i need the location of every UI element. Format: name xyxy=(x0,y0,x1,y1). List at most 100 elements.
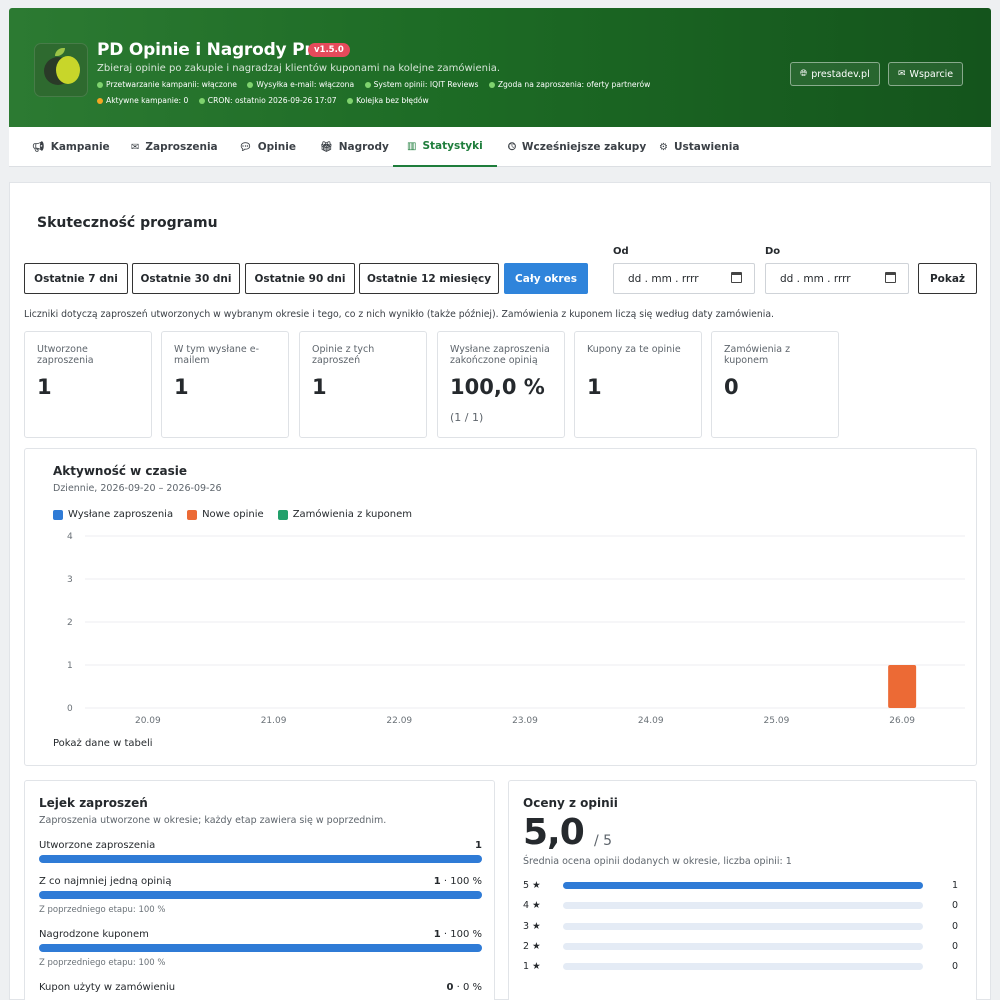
stat-value: 1 xyxy=(174,375,189,399)
stat-card: Utworzone zaproszenia 1 xyxy=(24,331,152,438)
date-from-input[interactable]: dd . mm . rrrr xyxy=(613,263,755,294)
period-30-days-button[interactable]: Ostatnie 30 dni xyxy=(132,263,240,294)
period-90-days-button[interactable]: Ostatnie 90 dni xyxy=(245,263,355,294)
status-item: Wysyłka e-mail: włączona xyxy=(247,80,354,89)
activity-chart: 0 1 2 3 4 20.09 21.09 22.09 23.09 24.09 25.09 26.09 xyxy=(67,532,965,726)
period-7-days-button[interactable]: Ostatnie 7 dni xyxy=(24,263,128,294)
status-item: Aktywne kampanie: 0 xyxy=(97,96,188,105)
activity-chart-card: Aktywność w czasie Dziennie, 2026-09-20 … xyxy=(24,448,977,766)
status-item: System opinii: IQIT Reviews xyxy=(364,80,478,89)
x-tick-label: 24.09 xyxy=(638,716,664,726)
tab-wczesniejsze-zakupy[interactable]: 🕓︎ Wcześniejsze zakupy xyxy=(508,127,646,167)
status-item: CRON: ostatnio 2026-09-26 17:07 xyxy=(198,96,337,105)
status-item: Zgoda na zaproszenia: oferty partnerów xyxy=(488,80,650,89)
funnel-bar xyxy=(39,855,482,863)
calendar-icon[interactable] xyxy=(885,272,896,283)
tab-kampanie[interactable]: 📢︎ Kampanie xyxy=(32,127,110,167)
module-header: PD Opinie i Nagrody Pro v1.5.0 Zbieraj o… xyxy=(9,8,991,127)
statistics-panel: Skuteczność programu Ostatnie 7 dni Osta… xyxy=(9,182,991,1000)
page: PD Opinie i Nagrody Pro v1.5.0 Zbieraj o… xyxy=(0,0,1000,1000)
prestadev-link-button[interactable]: 🌐︎ prestadev.pl xyxy=(790,62,880,86)
x-tick-label: 22.09 xyxy=(386,716,412,726)
ratings-card: Oceny z opinii 5,0 / 5 Średnia ocena opi… xyxy=(508,780,977,1000)
stat-label: Zamówienia z kuponem xyxy=(724,344,791,366)
stat-value: 0 xyxy=(724,375,739,399)
stat-value: 1 xyxy=(312,375,327,399)
chat-icon: 💬︎ xyxy=(239,141,252,153)
date-from-label: Od xyxy=(613,246,629,257)
funnel-prev-note: Z poprzedniego etapu: 100 % xyxy=(39,905,166,915)
stat-card: Kupony za te opinie 1 xyxy=(574,331,702,438)
stat-label: Opinie z tych zaproszeń xyxy=(312,344,375,366)
stat-value: 1 xyxy=(587,375,602,399)
activity-subtitle: Dziennie, 2026-09-20 – 2026-09-26 xyxy=(53,483,222,494)
envelope-icon: ✉ xyxy=(131,141,140,153)
status-line-2: Aktywne kampanie: 0 CRON: ostatnio 2026-… xyxy=(97,96,437,106)
tab-bar: 📢︎ Kampanie ✉ Zaproszenia 💬︎ Opinie 🎁︎ Nagro… xyxy=(9,127,991,167)
chart-bar[interactable] xyxy=(888,665,917,708)
rating-row: 5 ★ 1 xyxy=(523,880,958,891)
period-all-button[interactable]: Cały okres xyxy=(504,263,588,294)
stat-value: 100,0 % xyxy=(450,375,545,399)
stat-label: W tym wysłane e-mailem xyxy=(174,344,260,366)
module-logo xyxy=(34,43,88,97)
date-to-label: Do xyxy=(765,246,781,257)
funnel-title: Lejek zaproszeń xyxy=(39,796,148,810)
stat-subvalue: (1 / 1) xyxy=(450,411,484,424)
x-tick-label: 20.09 xyxy=(135,716,161,726)
gift-icon: 🎁︎ xyxy=(320,141,333,153)
status-line-1: Przetwarzanie kampanii: włączone Wysyłka… xyxy=(97,80,658,90)
stat-value: 1 xyxy=(37,375,52,399)
megaphone-icon: 📢︎ xyxy=(32,141,45,153)
legend-item[interactable]: Wysłane zaproszenia xyxy=(53,509,173,520)
x-tick-label: 26.09 xyxy=(889,716,915,726)
period-12-months-button[interactable]: Ostatnie 12 miesięcy xyxy=(359,263,499,294)
tab-zaproszenia[interactable]: ✉ Zaproszenia xyxy=(131,127,218,167)
stat-card: Wysłane zaproszenia zakończone opinią 10… xyxy=(437,331,565,438)
y-tick-label: 0 xyxy=(67,704,73,714)
stat-label: Wysłane zaproszenia zakończone opinią xyxy=(450,344,550,366)
module-subtitle: Zbieraj opinie po zakupie i nagradzaj kl… xyxy=(97,63,501,74)
average-rating: 5,0 xyxy=(523,812,585,853)
support-button[interactable]: ✉ Wsparcie xyxy=(888,62,964,86)
tab-nagrody[interactable]: 🎁︎ Nagrody xyxy=(320,127,389,167)
version-badge: v1.5.0 xyxy=(308,43,350,57)
stat-card: W tym wysłane e-mailem 1 xyxy=(161,331,289,438)
stat-card: Zamówienia z kuponem 0 xyxy=(711,331,839,438)
x-tick-label: 25.09 xyxy=(764,716,790,726)
funnel-subtitle: Zaproszenia utworzone w okresie; każdy e… xyxy=(39,815,387,826)
rating-row: 4 ★ 0 xyxy=(523,900,958,911)
tab-statystyki[interactable]: ▥ Statystyki xyxy=(393,127,497,167)
tab-opinie[interactable]: 💬︎ Opinie xyxy=(239,127,296,167)
gears-icon: ⚙ xyxy=(659,141,668,153)
y-tick-label: 3 xyxy=(67,575,73,585)
section-title: Skuteczność programu xyxy=(37,215,218,231)
funnel-bar xyxy=(39,891,482,899)
status-item: Kolejka bez błędów xyxy=(347,96,429,105)
stat-label: Utworzone zaproszenia xyxy=(37,344,94,366)
funnel-prev-note: Z poprzedniego etapu: 100 % xyxy=(39,958,166,968)
funnel-bar xyxy=(39,944,482,952)
rating-row: 1 ★ 0 xyxy=(523,961,958,972)
chart-icon: ▥ xyxy=(407,140,417,152)
period-note: Liczniki dotyczą zaproszeń utworzonych w… xyxy=(24,309,775,320)
show-table-link[interactable]: Pokaż dane w tabeli xyxy=(53,738,153,749)
legend-item[interactable]: Nowe opinie xyxy=(187,509,264,520)
clock-icon: 🕓︎ xyxy=(508,141,516,153)
date-to-input[interactable]: dd . mm . rrrr xyxy=(765,263,909,294)
status-item: Przetwarzanie kampanii: włączone xyxy=(97,80,237,89)
show-button[interactable]: Pokaż xyxy=(918,263,977,294)
calendar-icon[interactable] xyxy=(731,272,742,283)
stat-label: Kupony za te opinie xyxy=(587,344,681,355)
tab-ustawienia[interactable]: ⚙ Ustawienia xyxy=(659,127,739,167)
envelope-icon: ✉ xyxy=(898,69,906,79)
funnel-card: Lejek zaproszeń Zaproszenia utworzone w … xyxy=(24,780,495,1000)
stat-card: Opinie z tych zaproszeń 1 xyxy=(299,331,427,438)
rating-row: 3 ★ 0 xyxy=(523,921,958,932)
ratings-title: Oceny z opinii xyxy=(523,796,618,810)
ratings-subtitle: Średnia ocena opinii dodanych w okresie,… xyxy=(523,856,792,867)
y-tick-label: 1 xyxy=(67,661,73,671)
legend-item[interactable]: Zamówienia z kuponem xyxy=(277,509,412,520)
activity-title: Aktywność w czasie xyxy=(53,464,187,478)
y-tick-label: 4 xyxy=(67,532,73,542)
